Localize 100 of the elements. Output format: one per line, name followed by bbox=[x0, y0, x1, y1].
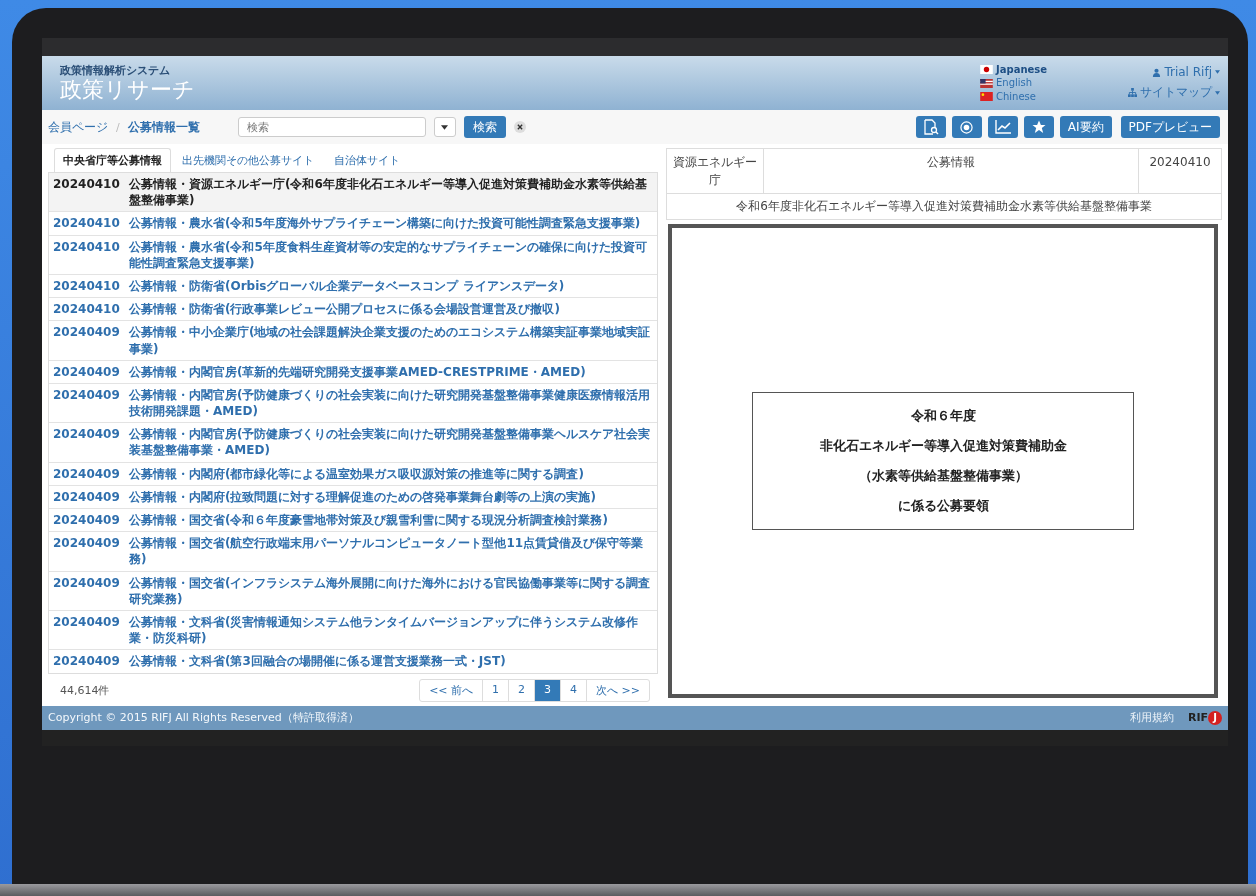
list-row[interactable]: 20240409 公募情報・国交省(インフラシステム海外展開に向けた海外における官民協働事業等に関する調査研究業務) bbox=[49, 570, 657, 610]
listing-title: 公募情報・内閣官房(予防健康づくりの社会実装に向けた研究開発基盤整備事業健康医療情報活用技術開発課題・AMED) bbox=[128, 386, 652, 420]
page-link[interactable]: 3 bbox=[534, 679, 561, 701]
toolbar-button[interactable]: PDFプレビュー bbox=[1120, 116, 1220, 138]
document-title-line: 非化石エネルギー等導入促進対策費補助金 bbox=[819, 436, 1067, 455]
list-row[interactable]: 20240409 公募情報・中小企業庁(地域の社会課題解決企業支援のためのエコシステム構築実証事業地域実証事業) bbox=[49, 320, 657, 360]
date-text: 20240409 bbox=[53, 465, 121, 482]
listing-title: 公募情報・農水省(令和5年度食料生産資材等の安定的なサプライチェーンの確保に向けた投資可能性調査緊急支援事業) bbox=[128, 238, 648, 271]
toolbar-button[interactable] bbox=[987, 116, 1018, 138]
list-row[interactable]: 20240410 公募情報・防衛省(Orbisグローバル企業データベースコンプ ライアンスデータ) bbox=[49, 273, 657, 298]
line-chart-icon bbox=[994, 120, 1011, 134]
list-row[interactable]: 20240409 公募情報・国交省(航空行政端末用パーソナルコンピュータノート型他11点賃貸借及び保守等業務) bbox=[49, 531, 657, 571]
list-row[interactable]: 20240410 公募情報・農水省(令和5年度食料生産資材等の安定的なサプライチェーンの確保に向けた投資可能性調査緊急支援事業) bbox=[49, 234, 657, 274]
listing-title: 公募情報・文科省(第3回融合の場開催に係る運営支援業務一式・JST) bbox=[128, 653, 507, 670]
date-text: 20240410 bbox=[53, 238, 121, 256]
list-row[interactable]: 20240409 公募情報・国交省(令和６年度豪雪地帯対策及び親雪利雪に関する現況分析調査検討業務) bbox=[49, 508, 657, 532]
logo-mark: J bbox=[1208, 710, 1222, 725]
listing-title: 公募情報・農水省(令和5年度海外サプライチェーン構築に向けた投資可能性調査緊急支援事業) bbox=[128, 215, 642, 232]
toolbar-button[interactable] bbox=[951, 116, 982, 138]
search-button[interactable]: 検索 bbox=[463, 116, 506, 138]
tab[interactable]: 出先機関その他公募サイト bbox=[173, 148, 323, 172]
listing-title: 令和6年度非化石エネルギー等導入促進対策費補助金水素等供給基盤整備事業 bbox=[735, 198, 1153, 215]
document-search-icon bbox=[922, 119, 939, 135]
list-row[interactable]: 20240409 公募情報・文科省(災害情報通知システム他ランタイムバージョンアップに伴うシステム改修作業・防災科研) bbox=[49, 609, 657, 650]
app-title: 政策リサーチ bbox=[60, 78, 196, 103]
listing-title: 公募情報・文科省(災害情報通知システム他ランタイムバージョンアップに伴うシステム改修作業・防災科研) bbox=[128, 613, 640, 647]
toolbar-button[interactable] bbox=[915, 116, 946, 138]
flag-icon bbox=[980, 65, 993, 74]
date-text: 20240409 bbox=[53, 386, 121, 404]
terms-link[interactable]: 利用規約 bbox=[1129, 710, 1174, 725]
date-text: 20240409 bbox=[53, 512, 121, 529]
listing-title: 公募情報・国交省(航空行政端末用パーソナルコンピュータノート型他11点賃貸借及び保守等業務) bbox=[128, 535, 645, 568]
breadcrumb-separator: / bbox=[116, 120, 120, 134]
list-row[interactable]: 20240409 公募情報・内閣官房(予防健康づくりの社会実装に向けた研究開発基盤整備事業健康医療情報活用技術開発課題・AMED) bbox=[49, 382, 657, 423]
date-text: 20240409 bbox=[53, 324, 121, 342]
search-field[interactable]: 検索 bbox=[237, 117, 426, 137]
list-row[interactable]: 20240410 公募情報・資源エネルギー庁(令和6年度非化石エネルギー等導入促進対策費補助金水素等供給基盤整備事業) bbox=[49, 173, 657, 212]
document-title-line: 令和６年度 bbox=[910, 406, 976, 425]
language-link[interactable]: Japanese bbox=[980, 62, 1110, 77]
user-menu[interactable]: Trial Rifj bbox=[1152, 65, 1220, 79]
listing-title: 公募情報・内閣官房(予防健康づくりの社会実装に向けた研究開発基盤整備事業ヘルスケア社会実装基盤整備事業・AMED) bbox=[128, 426, 652, 459]
toolbar-button[interactable] bbox=[1023, 116, 1054, 138]
listing-title: 公募情報・内閣官房(革新的先端研究開発支援事業AMED-CRESTPRIME・AMED) bbox=[128, 363, 587, 380]
document-title-line: （水素等供給基盤整備事業） bbox=[858, 466, 1028, 485]
dropdown-button[interactable] bbox=[433, 117, 456, 137]
category-cell: 公募情報 bbox=[764, 149, 1139, 193]
listing-title: 公募情報・内閣府(拉致問題に対する理解促進のための啓発事業舞台劇等の上演の実施) bbox=[128, 488, 597, 505]
date-text: 20240410 bbox=[53, 301, 121, 318]
flag-icon bbox=[980, 78, 993, 88]
date-text: 20240410 bbox=[53, 277, 121, 295]
listing-title: 公募情報・中小企業庁(地域の社会課題解決企業支援のためのエコシステム構築実証事業地域実証事業) bbox=[128, 324, 652, 357]
date-text: 20240410 bbox=[53, 215, 121, 232]
date-text: 20240409 bbox=[53, 574, 121, 592]
date-text: 20240410 bbox=[53, 176, 121, 193]
list-row[interactable]: 20240409 公募情報・内閣官房(革新的先端研究開発支援事業AMED-CRESTPRIME・AMED) bbox=[49, 359, 657, 383]
agency-cell: 資源エネルギー庁 bbox=[667, 149, 764, 193]
copyright-text: Copyright © 2015 RIFJ All Rights Reserved（特許取得済） bbox=[48, 710, 360, 725]
listing-title: 公募情報・資源エネルギー庁(令和6年度非化石エネルギー等導入促進対策費補助金水素等供給基盤整備事業) bbox=[128, 176, 648, 209]
date-cell-text: 20240410 bbox=[1148, 154, 1212, 171]
page-link[interactable]: 1 bbox=[482, 679, 509, 701]
result-count: 44,614件 bbox=[60, 682, 110, 698]
list-row[interactable]: 20240409 公募情報・内閣府(都市緑化等による温室効果ガス吸収源対策の推進等に関する調査) bbox=[49, 461, 657, 485]
page-link[interactable]: 次へ >> bbox=[586, 679, 649, 701]
breadcrumb-link[interactable]: 会員ページ bbox=[48, 118, 108, 136]
list-row[interactable]: 20240409 公募情報・文科省(第3回融合の場開催に係る運営支援業務一式・JST) bbox=[49, 649, 657, 673]
app-subtitle: 政策情報解析システム bbox=[60, 63, 171, 79]
listing-title: 公募情報・防衛省(行政事業レビュー公開プロセスに係る会場設営運営及び撤収) bbox=[128, 301, 561, 318]
sitemap-menu[interactable]: サイトマップ bbox=[1128, 84, 1220, 101]
clear-icon[interactable] bbox=[513, 121, 526, 133]
caret-icon bbox=[1215, 90, 1220, 95]
date-text: 20240409 bbox=[53, 488, 121, 505]
page-link[interactable]: << 前へ bbox=[420, 679, 483, 701]
list-row[interactable]: 20240410 公募情報・農水省(令和5年度海外サプライチェーン構築に向けた投資可能性調査緊急支援事業) bbox=[49, 211, 657, 235]
user-icon bbox=[1152, 67, 1162, 77]
list-row[interactable]: 20240410 公募情報・防衛省(行政事業レビュー公開プロセスに係る会場設営運営及び撤収) bbox=[49, 297, 657, 321]
date-text: 20240409 bbox=[53, 613, 121, 631]
star-icon bbox=[1031, 120, 1046, 134]
list-row[interactable]: 20240409 公募情報・内閣府(拉致問題に対する理解促進のための啓発事業舞台劇等の上演の実施) bbox=[49, 484, 657, 508]
listing-title: 公募情報・内閣府(都市緑化等による温室効果ガス吸収源対策の推進等に関する調査) bbox=[128, 465, 585, 482]
logo-text: RIF bbox=[1187, 711, 1208, 724]
toolbar-button[interactable]: AI要約 bbox=[1059, 116, 1112, 138]
language-link[interactable]: Chinese bbox=[980, 89, 1110, 104]
listing-title: 公募情報・国交省(令和６年度豪雪地帯対策及び親雪利雪に関する現況分析調査検討業務) bbox=[128, 512, 609, 529]
document-title-line: に係る公募要領 bbox=[897, 496, 989, 515]
sitemap-icon bbox=[1128, 88, 1137, 97]
language-link[interactable]: English bbox=[980, 76, 1110, 90]
date-text: 20240409 bbox=[53, 653, 121, 670]
caret-icon bbox=[1215, 70, 1220, 74]
list-row[interactable]: 20240409 公募情報・内閣官房(予防健康づくりの社会実装に向けた研究開発基盤整備事業ヘルスケア社会実装基盤整備事業・AMED) bbox=[49, 422, 657, 462]
target-icon bbox=[960, 120, 974, 134]
tab[interactable]: 自治体サイト bbox=[325, 148, 409, 172]
page-link[interactable]: 4 bbox=[560, 679, 587, 701]
listing-title: 公募情報・国交省(インフラシステム海外展開に向けた海外における官民協働事業等に関する調査研究業務) bbox=[128, 574, 652, 607]
date-text: 20240409 bbox=[53, 535, 121, 553]
listing-title: 公募情報・防衛省(Orbisグローバル企業データベースコンプ ライアンスデータ) bbox=[128, 277, 566, 295]
date-text: 20240409 bbox=[53, 363, 121, 380]
flag-icon bbox=[980, 92, 993, 101]
date-text: 20240409 bbox=[53, 426, 121, 444]
tab[interactable]: 中央省庁等公募情報 bbox=[54, 148, 171, 172]
caret-icon bbox=[441, 124, 449, 130]
